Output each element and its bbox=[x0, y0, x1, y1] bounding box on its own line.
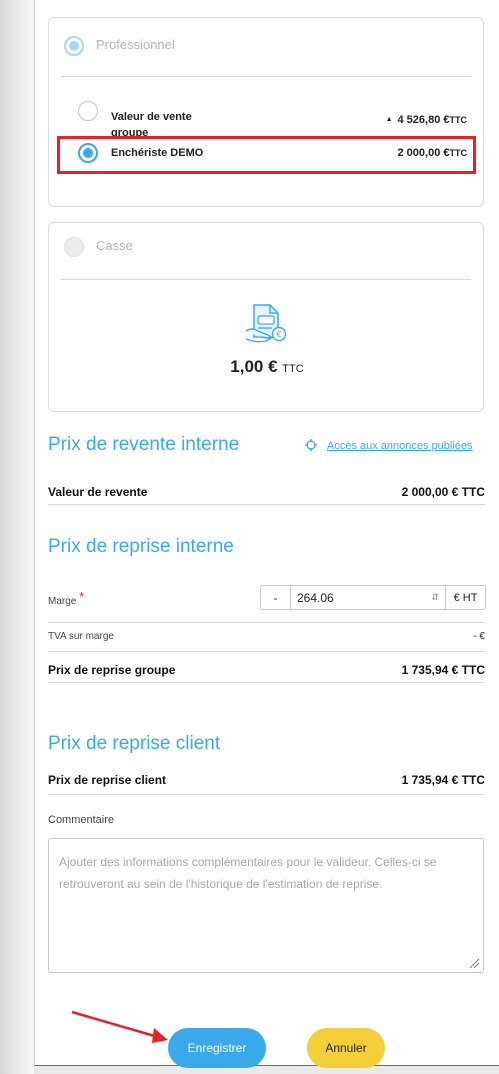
casse-radio[interactable] bbox=[64, 237, 84, 257]
vat-margin-label: TVA sur marge bbox=[48, 631, 114, 642]
option-value-demo-bidder: 2 000,00 €TTC bbox=[397, 147, 468, 159]
margin-sign: - bbox=[261, 586, 291, 609]
professional-card: Professionnel Valeur de vente groupe ▲ 4 … bbox=[48, 17, 484, 207]
group-price-value: 1 735,94 € TTC bbox=[401, 663, 485, 677]
divider bbox=[48, 504, 485, 505]
required-marker: * bbox=[79, 589, 85, 604]
divider bbox=[48, 622, 485, 623]
divider bbox=[48, 651, 485, 652]
client-section-title: Prix de reprise client bbox=[48, 733, 221, 754]
option-radio-demo-bidder[interactable] bbox=[78, 143, 98, 163]
resale-value: 2 000,00 € TTC bbox=[401, 485, 485, 499]
divider bbox=[48, 794, 485, 795]
stepper-icon[interactable]: ⇵ bbox=[425, 586, 445, 609]
divider bbox=[61, 76, 471, 77]
client-price-value: 1 735,94 € TTC bbox=[401, 773, 485, 787]
resale-section-title: Prix de revente interne bbox=[48, 434, 240, 455]
divider bbox=[48, 682, 485, 683]
option-label-demo-bidder: Enchériste DEMO bbox=[111, 147, 204, 159]
professional-radio[interactable] bbox=[64, 36, 84, 56]
annotation-arrow-icon bbox=[71, 1010, 168, 1043]
published-ads-link[interactable]: Accès aux annonces publiées bbox=[305, 439, 473, 452]
svg-text:€: € bbox=[276, 330, 281, 339]
cancel-button[interactable]: Annuler bbox=[307, 1028, 385, 1068]
resale-value-label: Valeur de revente bbox=[48, 485, 148, 499]
comment-textarea[interactable]: Ajouter des informations complémentaires… bbox=[48, 838, 484, 973]
margin-label: Marge * bbox=[48, 589, 85, 607]
casse-price: 1,00 € TTC bbox=[230, 357, 304, 376]
scrap-document-icon: € bbox=[245, 304, 287, 343]
vat-margin-value: - € bbox=[473, 631, 485, 642]
resize-handle-icon[interactable] bbox=[468, 957, 480, 969]
professional-label: Professionnel bbox=[96, 37, 175, 52]
divider bbox=[61, 279, 471, 280]
estimation-panel: Professionnel Valeur de vente groupe ▲ 4 … bbox=[34, 0, 499, 1068]
option-radio-group-sale[interactable] bbox=[78, 101, 98, 121]
casse-label: Casse bbox=[96, 238, 133, 253]
takeover-section-title: Prix de reprise interne bbox=[48, 536, 234, 557]
group-price-label: Prix de reprise groupe bbox=[48, 663, 176, 677]
crosshair-icon bbox=[305, 439, 317, 451]
margin-input-group: - 264.06 ⇵ € HT bbox=[260, 585, 486, 610]
casse-card: Casse € 1,00 € TTC bbox=[48, 222, 484, 412]
arrow-up-icon: ▲ bbox=[385, 116, 393, 123]
comment-label: Commentaire bbox=[48, 814, 115, 826]
option-value-group-sale: ▲ 4 526,80 €TTC bbox=[385, 114, 467, 126]
margin-input[interactable]: 264.06 bbox=[291, 586, 425, 609]
client-price-label: Prix de reprise client bbox=[48, 773, 167, 787]
page-shadow bbox=[0, 0, 34, 1074]
margin-unit: € HT bbox=[445, 586, 485, 609]
